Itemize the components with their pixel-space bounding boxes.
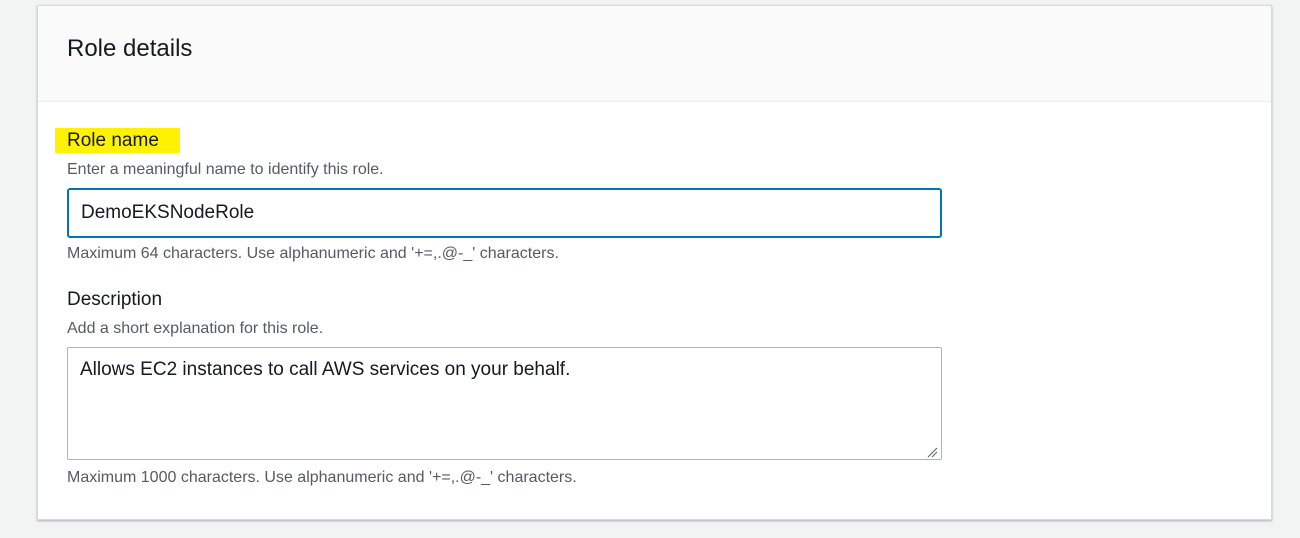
description-constraint: Maximum 1000 characters. Use alphanumeri…: [67, 469, 577, 486]
resize-handle-icon[interactable]: [926, 446, 938, 458]
role-name-input[interactable]: [67, 188, 942, 238]
panel-title: Role details: [67, 35, 193, 62]
description-hint: Add a short explanation for this role.: [67, 320, 324, 337]
description-label: Description: [67, 289, 163, 310]
description-textarea[interactable]: Allows EC2 instances to call AWS service…: [67, 347, 942, 460]
role-name-constraint: Maximum 64 characters. Use alphanumeric …: [67, 245, 559, 262]
role-name-description: Enter a meaningful name to identify this…: [67, 161, 384, 178]
role-name-highlight: Role name: [55, 128, 180, 153]
role-details-panel: Role details Role name Enter a meaningfu…: [37, 5, 1272, 520]
panel-header: Role details: [38, 6, 1271, 102]
role-name-label: Role name: [55, 128, 180, 153]
